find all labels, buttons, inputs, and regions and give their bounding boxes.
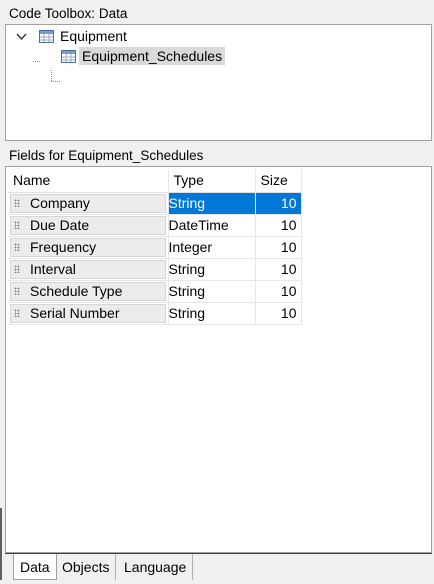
drag-handle-icon[interactable] xyxy=(14,199,20,207)
window-edge xyxy=(0,508,2,580)
table-row[interactable]: Due Date DateTime 10 xyxy=(8,214,302,237)
field-name: Company xyxy=(30,195,90,211)
field-name: Frequency xyxy=(30,239,97,255)
field-type[interactable]: String xyxy=(168,302,256,325)
fields-table: Name Type Size Company String 10 Due Dat… xyxy=(8,169,302,325)
toolbox-title: Code Toolbox: Data xyxy=(9,6,128,21)
tree-node-equipment[interactable]: Equipment xyxy=(39,26,127,46)
column-header-size[interactable]: Size xyxy=(255,169,302,193)
row-header[interactable]: Interval xyxy=(10,259,166,279)
field-name: Due Date xyxy=(30,217,90,233)
table-row[interactable]: Interval String 10 xyxy=(8,258,302,281)
tree-node-label: Equipment xyxy=(60,28,127,44)
tab-objects[interactable]: Objects xyxy=(56,554,117,580)
column-header-name[interactable]: Name xyxy=(8,169,169,193)
tree-node-label: Equipment_Schedules xyxy=(79,47,226,65)
field-type[interactable]: DateTime xyxy=(168,214,256,237)
fields-grid[interactable]: Name Type Size Company String 10 Due Dat… xyxy=(5,166,432,553)
table-icon xyxy=(39,29,54,43)
tab-data[interactable]: Data xyxy=(13,554,57,580)
field-type[interactable]: Integer xyxy=(168,236,256,259)
drag-handle-icon[interactable] xyxy=(14,287,20,295)
table-row[interactable]: Serial Number String 10 xyxy=(8,302,302,325)
row-header[interactable]: Schedule Type xyxy=(10,281,166,301)
chevron-down-icon[interactable] xyxy=(16,31,27,42)
drag-handle-icon[interactable] xyxy=(14,221,20,229)
field-type[interactable]: String xyxy=(168,192,256,215)
tree-connector xyxy=(51,81,61,82)
drag-handle-icon[interactable] xyxy=(14,309,20,317)
field-size[interactable]: 10 xyxy=(255,192,302,215)
field-size[interactable]: 10 xyxy=(255,258,302,281)
header-row: Name Type Size xyxy=(8,169,302,193)
row-header[interactable]: Serial Number xyxy=(10,303,166,323)
drag-handle-icon[interactable] xyxy=(14,243,20,251)
row-header[interactable]: Company xyxy=(10,193,166,213)
table-row[interactable]: Schedule Type String 10 xyxy=(8,280,302,303)
field-size[interactable]: 10 xyxy=(255,302,302,325)
field-size[interactable]: 10 xyxy=(255,236,302,259)
tab-language[interactable]: Language xyxy=(118,554,194,580)
column-header-type[interactable]: Type xyxy=(168,169,256,193)
fields-title: Fields for Equipment_Schedules xyxy=(9,148,204,163)
row-header[interactable]: Frequency xyxy=(10,237,166,257)
field-size[interactable]: 10 xyxy=(255,280,302,303)
table-row[interactable]: Company String 10 xyxy=(8,192,302,215)
drag-handle-icon[interactable] xyxy=(14,265,20,273)
tab-bar: Data Objects Language xyxy=(5,553,432,580)
row-header[interactable]: Due Date xyxy=(10,215,166,235)
field-type[interactable]: String xyxy=(168,280,256,303)
field-name: Schedule Type xyxy=(30,283,123,299)
tree-view[interactable]: Equipment Equipment_Schedules xyxy=(5,24,432,141)
tree-connector xyxy=(33,61,41,62)
field-name: Interval xyxy=(30,261,76,277)
table-icon xyxy=(61,49,76,63)
table-row[interactable]: Frequency Integer 10 xyxy=(8,236,302,259)
field-type[interactable]: String xyxy=(168,258,256,281)
tree-node-equipment-schedules[interactable]: Equipment_Schedules xyxy=(61,46,226,66)
field-name: Serial Number xyxy=(30,305,120,321)
field-size[interactable]: 10 xyxy=(255,214,302,237)
